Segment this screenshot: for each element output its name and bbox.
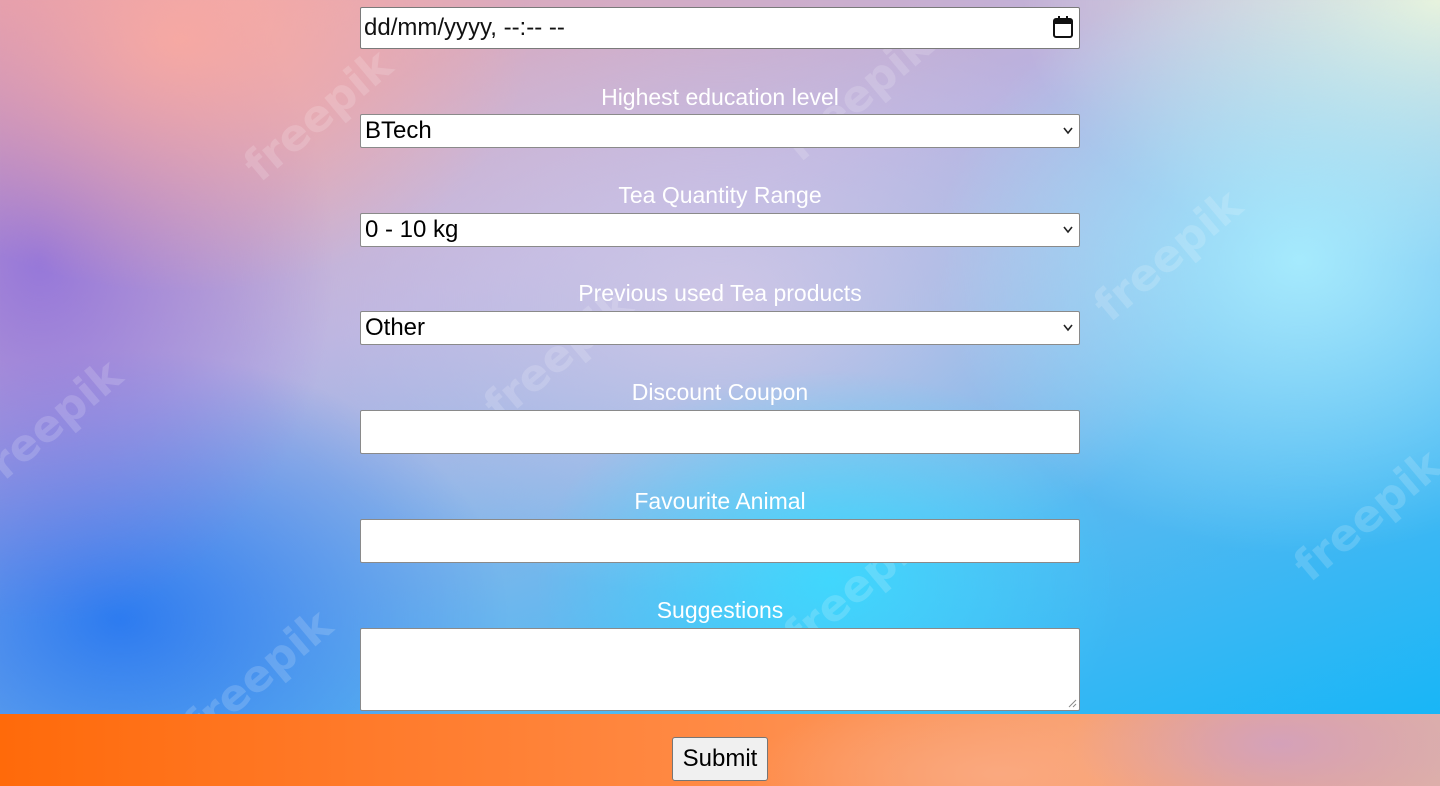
chevron-down-icon bbox=[1063, 226, 1073, 234]
education-select[interactable]: BTech bbox=[360, 114, 1080, 148]
watermark: freepik bbox=[1284, 439, 1440, 592]
tea-quantity-selected: 0 - 10 kg bbox=[365, 216, 459, 243]
previous-products-selected: Other bbox=[365, 314, 426, 341]
previous-products-select[interactable]: Other bbox=[360, 311, 1080, 345]
suggestions-textarea[interactable] bbox=[360, 628, 1080, 711]
chevron-down-icon bbox=[1063, 127, 1073, 135]
education-label: Highest education level bbox=[601, 84, 839, 110]
tea-quantity-label: Tea Quantity Range bbox=[618, 182, 822, 208]
favourite-animal-input[interactable] bbox=[360, 519, 1080, 563]
education-selected: BTech bbox=[365, 117, 432, 144]
favourite-animal-label: Favourite Animal bbox=[634, 488, 806, 514]
submit-button[interactable]: Submit bbox=[672, 737, 768, 781]
datetime-value: dd/mm/yyyy, --:-- -- bbox=[364, 14, 565, 41]
suggestions-label: Suggestions bbox=[656, 597, 784, 623]
footer-bar: Submit bbox=[0, 714, 1440, 786]
watermark: freepik bbox=[0, 349, 133, 502]
previous-products-label: Previous used Tea products bbox=[578, 280, 862, 306]
discount-coupon-label: Discount Coupon bbox=[631, 379, 809, 405]
datetime-input[interactable]: dd/mm/yyyy, --:-- -- bbox=[360, 7, 1080, 49]
discount-coupon-input[interactable] bbox=[360, 410, 1080, 454]
watermark: freepik bbox=[1084, 179, 1253, 332]
resize-grip-icon[interactable] bbox=[1068, 699, 1077, 708]
chevron-down-icon bbox=[1063, 324, 1073, 332]
tea-quantity-select[interactable]: 0 - 10 kg bbox=[360, 213, 1080, 247]
calendar-icon[interactable] bbox=[1053, 16, 1073, 38]
